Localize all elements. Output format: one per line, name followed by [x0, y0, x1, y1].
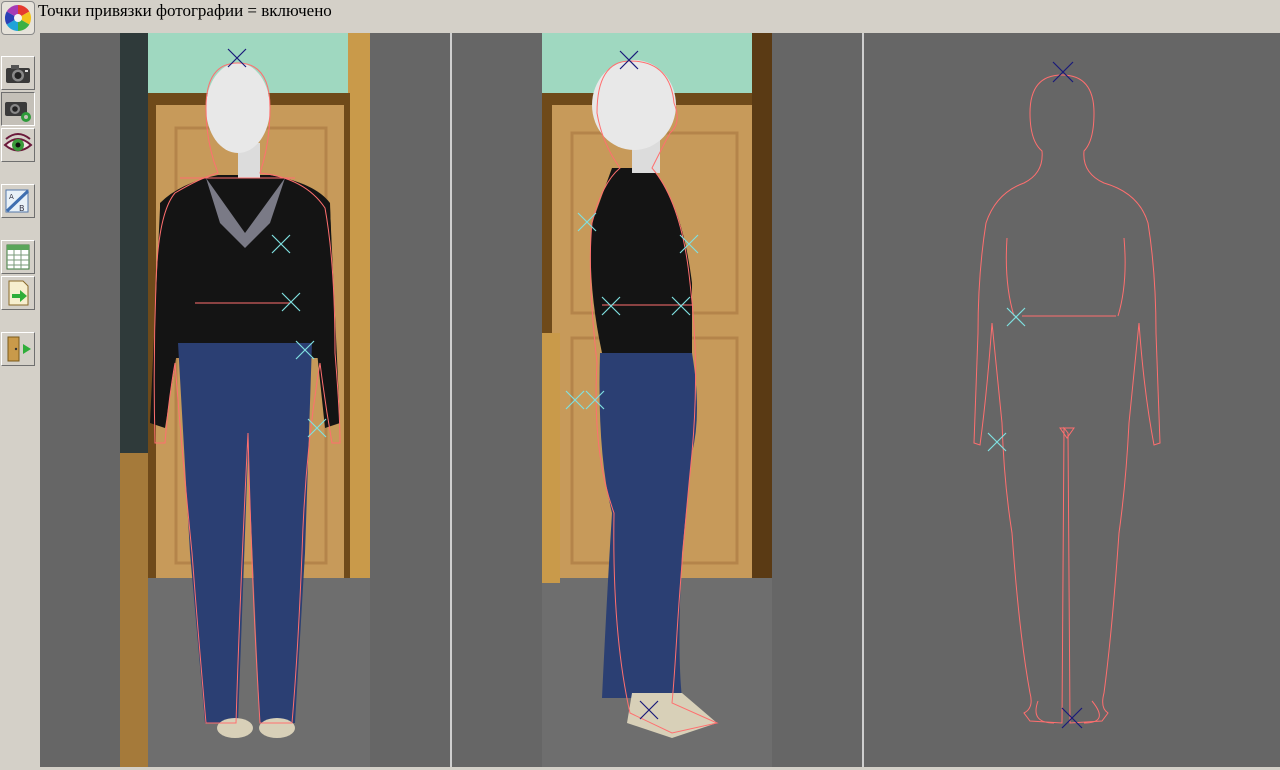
- exit-button[interactable]: [1, 332, 35, 366]
- color-palette-button[interactable]: [1, 1, 35, 35]
- view-divider[interactable]: [450, 33, 452, 767]
- measure-button[interactable]: B A: [1, 184, 35, 218]
- svg-text:A: A: [9, 193, 14, 201]
- side-photo-view[interactable]: [542, 33, 772, 767]
- eye-button[interactable]: [1, 128, 35, 162]
- sweater: [160, 175, 335, 358]
- outline-view[interactable]: [864, 33, 1280, 767]
- floor: [120, 578, 370, 767]
- status-text: Точки привязки фотографии = включено: [38, 1, 332, 20]
- svg-text:B: B: [19, 204, 25, 213]
- camera-settings-button[interactable]: [1, 92, 35, 126]
- table-button[interactable]: [1, 240, 35, 274]
- camera-button[interactable]: [1, 56, 35, 90]
- front-photo-view[interactable]: [120, 33, 370, 767]
- left-toolbar: B A: [0, 36, 38, 770]
- export-button[interactable]: [1, 276, 35, 310]
- workspace: [40, 33, 1280, 767]
- mannequin: [206, 63, 270, 153]
